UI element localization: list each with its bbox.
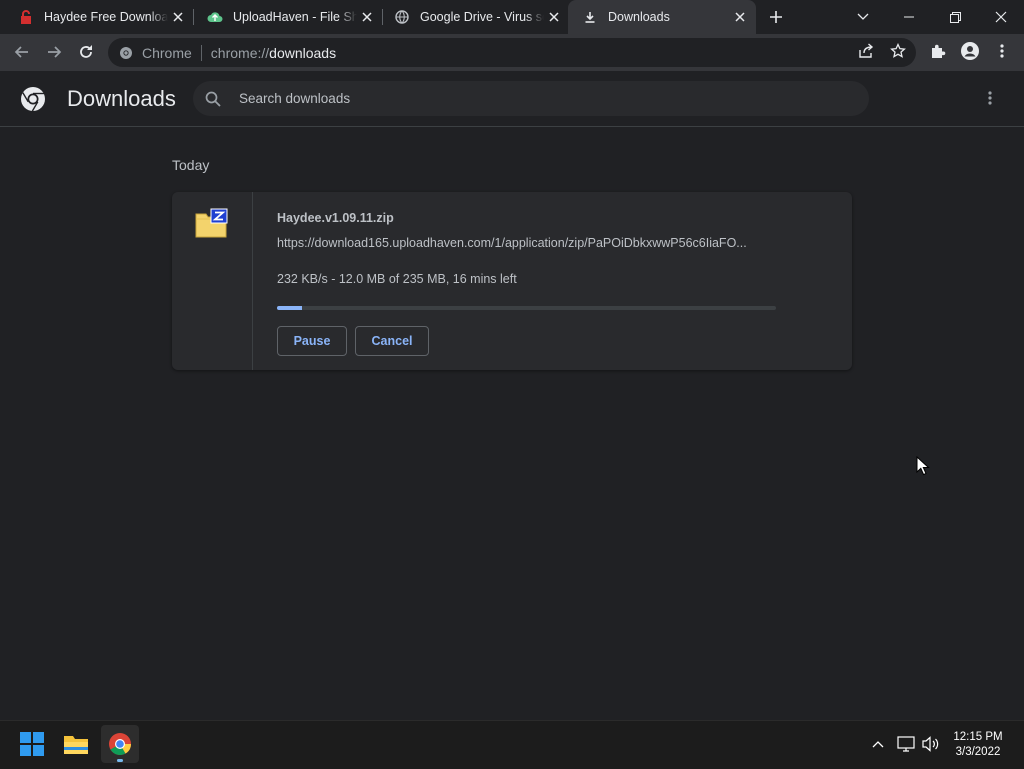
chrome-menu-icon[interactable] bbox=[991, 40, 1013, 62]
tab-title: Downloads bbox=[608, 10, 670, 24]
download-progress-fill bbox=[277, 306, 302, 310]
clock-time: 12:15 PM bbox=[953, 731, 1003, 743]
search-box[interactable] bbox=[193, 81, 869, 116]
haydee-red-icon bbox=[18, 9, 34, 25]
uploadhaven-cloud-icon bbox=[207, 9, 223, 25]
file-explorer-icon[interactable] bbox=[57, 725, 95, 763]
url-host: downloads bbox=[269, 44, 337, 61]
search-icon bbox=[205, 91, 221, 107]
network-icon[interactable] bbox=[895, 733, 917, 755]
new-tab-icon[interactable] bbox=[766, 7, 786, 27]
tab-uploadhaven[interactable]: UploadHaven - File Sha bbox=[189, 0, 383, 34]
url-scheme: chrome:// bbox=[210, 44, 270, 61]
windows-taskbar: 12:15 PM 3/3/2022 bbox=[0, 720, 1024, 769]
close-tab-icon[interactable] bbox=[732, 9, 748, 25]
mouse-cursor-icon bbox=[916, 455, 930, 476]
tab-downloads[interactable]: Downloads bbox=[568, 0, 756, 34]
date-section-label: Today bbox=[172, 157, 210, 173]
downloads-menu-icon[interactable] bbox=[980, 88, 1000, 108]
back-arrow-icon[interactable] bbox=[10, 40, 34, 64]
share-icon[interactable] bbox=[855, 40, 877, 62]
browser-toolbar: Chrome chrome://downloads bbox=[0, 34, 1024, 71]
tab-haydee[interactable]: Haydee Free Download bbox=[0, 0, 194, 34]
download-progress-bar bbox=[277, 306, 776, 310]
minimize-icon[interactable] bbox=[886, 0, 932, 34]
address-bar[interactable]: Chrome chrome://downloads bbox=[108, 38, 916, 67]
profile-avatar-icon[interactable] bbox=[959, 40, 981, 62]
download-icon bbox=[582, 9, 598, 25]
download-item-card: Haydee.v1.09.11.zip https://download165.… bbox=[172, 192, 852, 370]
close-tab-icon[interactable] bbox=[546, 9, 562, 25]
windows-start-icon[interactable] bbox=[13, 725, 51, 763]
forward-arrow-icon[interactable] bbox=[42, 40, 66, 64]
chrome-site-icon bbox=[119, 46, 133, 60]
close-tab-icon[interactable] bbox=[359, 9, 375, 25]
close-window-icon[interactable] bbox=[978, 0, 1024, 34]
tab-title: Haydee Free Download bbox=[44, 10, 168, 24]
extensions-puzzle-icon[interactable] bbox=[927, 40, 949, 62]
show-hidden-icons-chevron-icon[interactable] bbox=[867, 733, 889, 755]
downloads-header: Downloads bbox=[0, 71, 1024, 127]
tab-strip: Haydee Free Download UploadHaven - File … bbox=[0, 0, 1024, 34]
tab-title: Google Drive - Virus sc bbox=[420, 10, 544, 24]
reload-icon[interactable] bbox=[74, 40, 98, 64]
bookmark-star-icon[interactable] bbox=[887, 40, 909, 62]
search-downloads-input[interactable] bbox=[237, 90, 841, 107]
chrome-logo-icon bbox=[20, 86, 46, 112]
tab-search-chevron-icon[interactable] bbox=[840, 0, 886, 34]
volume-icon[interactable] bbox=[920, 733, 942, 755]
download-status: 232 KB/s - 12.0 MB of 235 MB, 16 mins le… bbox=[277, 272, 517, 286]
chrome-taskbar-icon[interactable] bbox=[101, 725, 139, 763]
globe-icon bbox=[394, 9, 410, 25]
close-tab-icon[interactable] bbox=[170, 9, 186, 25]
site-chip-label: Chrome bbox=[142, 44, 192, 61]
taskbar-clock[interactable]: 12:15 PM 3/3/2022 bbox=[940, 730, 1016, 760]
cancel-button[interactable]: Cancel bbox=[355, 326, 429, 356]
download-source-url[interactable]: https://download165.uploadhaven.com/1/ap… bbox=[277, 236, 777, 250]
clock-date: 3/3/2022 bbox=[955, 746, 1001, 758]
zip-file-icon bbox=[195, 208, 229, 238]
restore-icon[interactable] bbox=[932, 0, 978, 34]
download-filename[interactable]: Haydee.v1.09.11.zip bbox=[277, 211, 394, 225]
file-icon-column bbox=[172, 192, 253, 370]
tab-google-drive[interactable]: Google Drive - Virus sc bbox=[376, 0, 570, 34]
pause-button[interactable]: Pause bbox=[277, 326, 347, 356]
tab-title: UploadHaven - File Sha bbox=[233, 10, 357, 24]
page-title: Downloads bbox=[67, 86, 176, 111]
